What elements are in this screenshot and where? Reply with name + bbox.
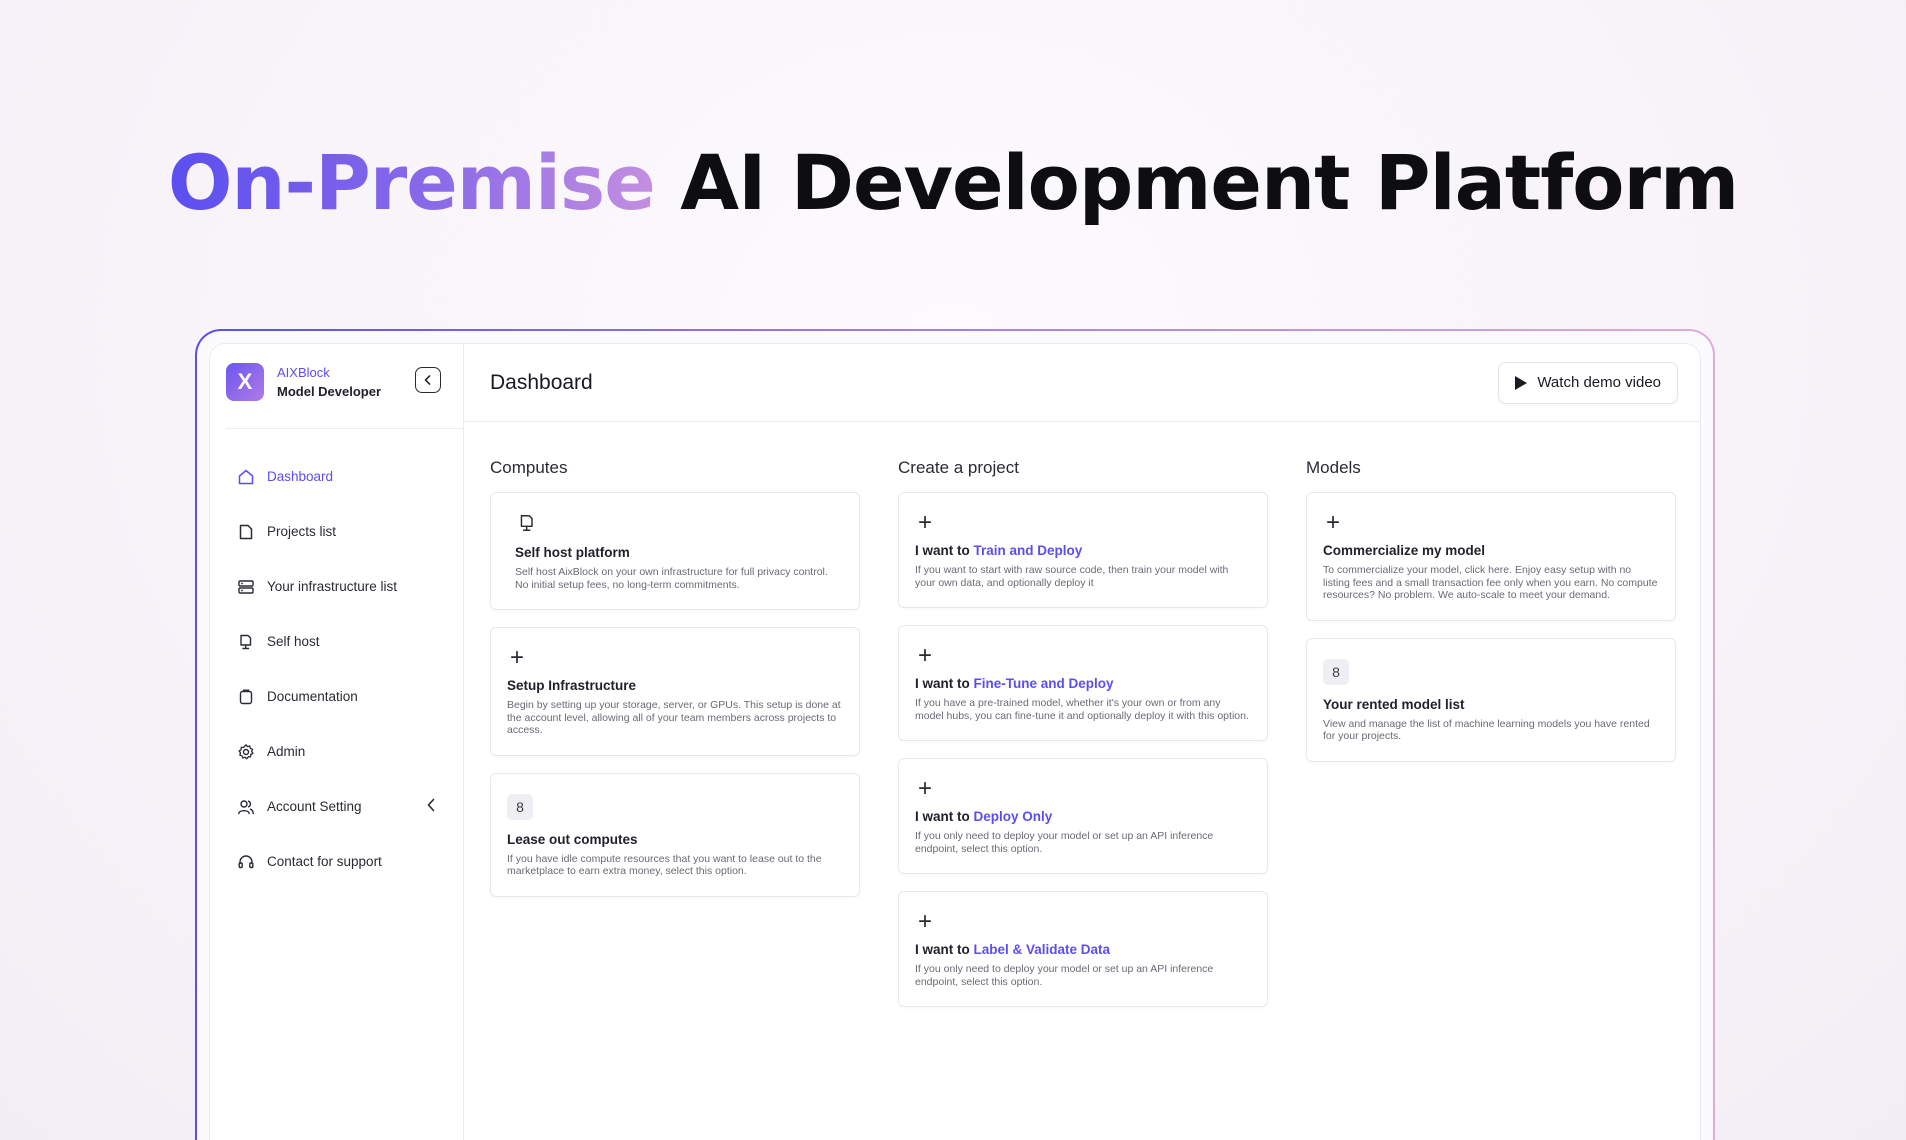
sidebar-item-label: Your infrastructure list <box>267 579 398 594</box>
topbar: Dashboard Watch demo video <box>464 344 1700 422</box>
card-description: To commercialize your model, click here.… <box>1323 564 1658 601</box>
card-title-accent: Fine-Tune and Deploy <box>973 676 1114 691</box>
clipboard-icon <box>236 687 256 707</box>
create-project-column: Create a project + I want to Train and D… <box>898 458 1268 1024</box>
card-title-prefix: I want to <box>915 942 970 957</box>
sidebar-item-label: Self host <box>267 634 320 649</box>
card-title-accent: Label & Validate Data <box>973 942 1111 957</box>
app-window: X AIXBlock Model Developer Dashboard Pro… <box>209 343 1701 1140</box>
brand-name: AIXBlock <box>277 365 330 380</box>
brand-logo: X <box>226 363 264 401</box>
app-frame: X AIXBlock Model Developer Dashboard Pro… <box>195 329 1715 1140</box>
play-icon <box>1515 375 1528 390</box>
card-title: I want to Label & Validate Data <box>915 942 1251 957</box>
card-title: Commercialize my model <box>1323 543 1486 558</box>
watch-demo-video-button[interactable]: Watch demo video <box>1498 361 1678 404</box>
server-icon <box>236 577 256 597</box>
sidebar-item-projects-list[interactable]: Projects list <box>226 504 447 559</box>
card-title: Your rented model list <box>1323 696 1465 712</box>
lease-out-computes-card[interactable]: 8 Lease out computes If you have idle co… <box>490 772 860 897</box>
collapse-sidebar-button[interactable] <box>415 367 441 393</box>
home-icon <box>236 467 256 487</box>
plus-icon: + <box>917 775 932 802</box>
computes-column: Computes Self host platform Self host Ai… <box>490 458 860 1024</box>
label-validate-data-card[interactable]: + I want to Label & Validate Data If you… <box>898 891 1268 1007</box>
card-title-accent: Train and Deploy <box>973 543 1083 558</box>
sidebar-item-label: Projects list <box>267 524 337 539</box>
card-description: If you only need to deploy your model or… <box>915 830 1214 855</box>
card-title-prefix: I want to <box>915 676 970 691</box>
plus-icon: + <box>917 509 932 536</box>
plus-icon: + <box>1325 509 1340 536</box>
card-description: View and manage the list of machine lear… <box>1323 717 1650 743</box>
commercialize-model-card[interactable]: + Commercialize my model To commercializ… <box>1306 492 1676 621</box>
sidebar-item-label: Admin <box>267 744 306 759</box>
fine-tune-and-deploy-card[interactable]: + I want to Fine-Tune and Deploy If you … <box>898 625 1268 741</box>
sidebar-item-label: Documentation <box>267 689 358 704</box>
sidebar-item-contact-support[interactable]: Contact for support <box>226 834 447 889</box>
sidebar-item-infrastructure-list[interactable]: Your infrastructure list <box>226 559 447 614</box>
card-description: If you want to start with raw source cod… <box>915 564 1229 589</box>
card-description: Begin by setting up your storage, server… <box>507 699 841 736</box>
chevron-left-icon[interactable] <box>425 797 437 813</box>
card-description: If you have idle compute resources that … <box>507 852 822 878</box>
file-icon <box>236 522 256 542</box>
plus-icon: + <box>509 644 524 671</box>
sidebar: X AIXBlock Model Developer Dashboard Pro… <box>210 344 464 1140</box>
monitor-icon <box>236 632 256 652</box>
main-content: Dashboard Watch demo video Computes Self… <box>464 344 1700 1140</box>
brand: X AIXBlock Model Developer <box>226 360 447 404</box>
card-title: I want to Train and Deploy <box>915 543 1251 558</box>
rented-model-list-card[interactable]: 8 Your rented model list View and manage… <box>1306 637 1676 762</box>
computes-title: Computes <box>490 458 568 477</box>
sidebar-item-dashboard[interactable]: Dashboard <box>226 449 447 504</box>
models-title: Models <box>1306 458 1361 477</box>
sidebar-item-documentation[interactable]: Documentation <box>226 669 447 724</box>
chevron-left-icon <box>424 375 431 385</box>
sidebar-item-label: Dashboard <box>267 469 334 484</box>
watch-demo-video-label: Watch demo video <box>1537 374 1661 391</box>
card-description: Self host AixBlock on your own infrastru… <box>515 566 828 591</box>
hero-title-highlight: On-Premise <box>167 138 656 227</box>
users-icon <box>236 797 256 817</box>
card-title: I want to Deploy Only <box>915 809 1251 824</box>
card-description: If you have a pre-trained model, whether… <box>915 697 1249 722</box>
count-badge: 8 <box>507 793 533 820</box>
page-title: Dashboard <box>490 370 593 394</box>
sidebar-item-admin[interactable]: Admin <box>226 724 447 779</box>
setup-infrastructure-card[interactable]: + Setup Infrastructure Begin by setting … <box>490 627 860 756</box>
train-and-deploy-card[interactable]: + I want to Train and Deploy If you want… <box>898 492 1268 608</box>
sidebar-item-self-host[interactable]: Self host <box>226 614 447 669</box>
brand-role: Model Developer <box>277 384 382 399</box>
card-description: If you only need to deploy your model or… <box>915 963 1214 988</box>
deploy-only-card[interactable]: + I want to Deploy Only If you only need… <box>898 758 1268 874</box>
card-title: I want to Fine-Tune and Deploy <box>915 676 1251 691</box>
self-host-platform-card[interactable]: Self host platform Self host AixBlock on… <box>490 492 860 610</box>
card-title-accent: Deploy Only <box>973 809 1053 824</box>
plus-icon: + <box>917 908 932 935</box>
card-title-prefix: I want to <box>915 543 970 558</box>
gear-icon <box>236 742 256 762</box>
monitor-icon <box>517 513 537 533</box>
create-project-title: Create a project <box>898 458 1019 477</box>
hero-title: On-Premise AI Development Platform <box>0 138 1906 227</box>
card-title: Lease out computes <box>507 831 638 847</box>
models-column: Models + Commercialize my model To comme… <box>1306 458 1676 1024</box>
plus-icon: + <box>917 642 932 669</box>
card-title: Setup Infrastructure <box>507 678 637 693</box>
sidebar-item-label: Account Setting <box>267 799 362 814</box>
count-badge: 8 <box>1323 658 1349 685</box>
hero-title-rest: AI Development Platform <box>680 138 1739 227</box>
card-title: Self host platform <box>515 545 630 560</box>
card-title-prefix: I want to <box>915 809 970 824</box>
sidebar-item-label: Contact for support <box>267 854 382 869</box>
headset-icon <box>236 852 256 872</box>
sidebar-item-account-setting[interactable]: Account Setting <box>226 779 447 834</box>
